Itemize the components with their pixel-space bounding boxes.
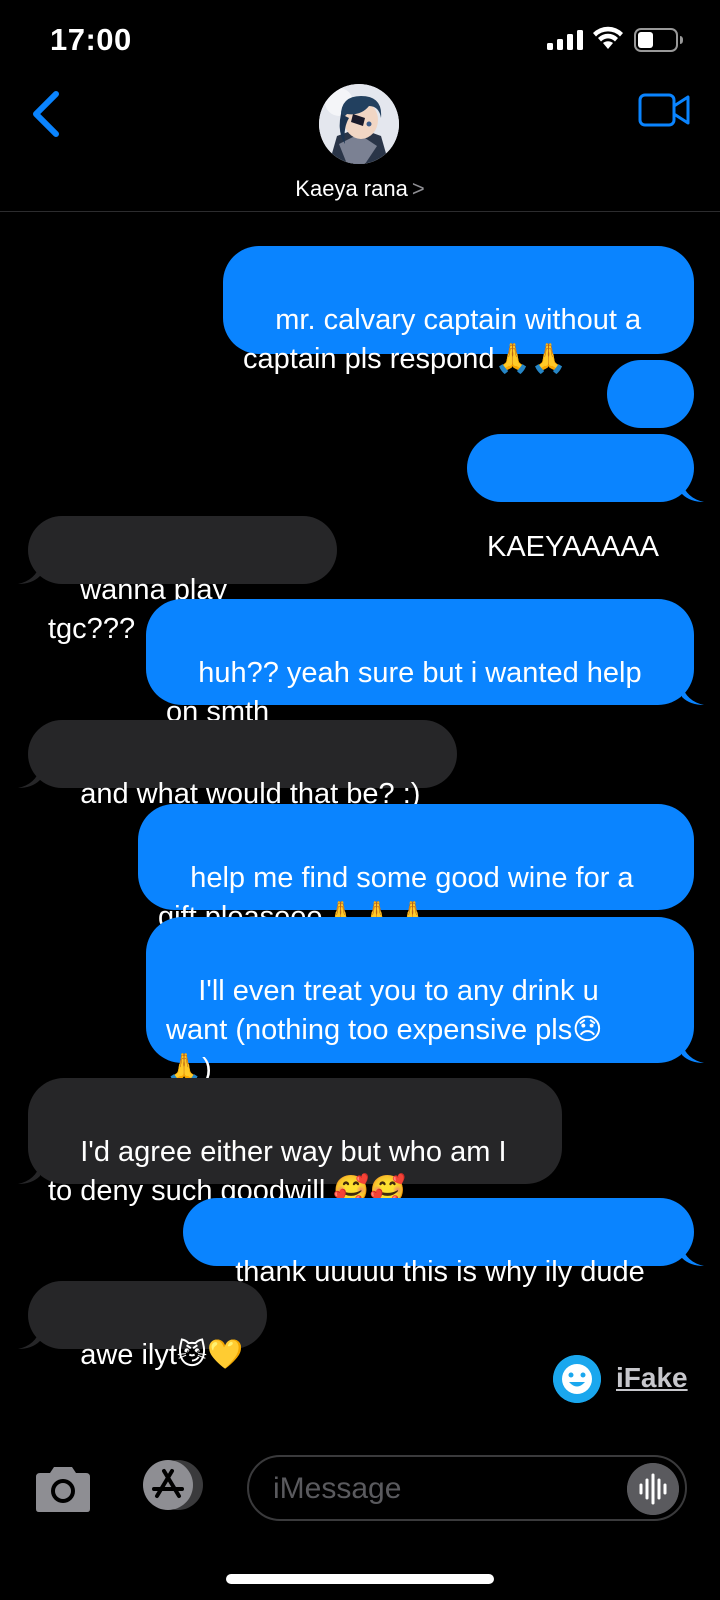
status-bar: 17:00 [0, 0, 720, 80]
message-list: mr. calvary captain without a captain pl… [0, 212, 720, 1402]
message-bubble-received[interactable]: wanna play tgc??? [18, 516, 337, 645]
battery-icon [634, 28, 683, 52]
status-time: 17:00 [50, 22, 132, 57]
message-text: huh?? yeah sure but i wanted help on smt… [166, 657, 642, 728]
message-input[interactable] [273, 1467, 613, 1511]
message-bubble-sent[interactable]: help me find some good wine for a gift p… [138, 804, 694, 933]
bubble-tail [18, 1329, 40, 1349]
message-bubble-sent[interactable]: ??? [607, 360, 694, 489]
message-bubble-sent[interactable]: thank uuuuu this is why ily dude [183, 1198, 704, 1288]
back-chevron-icon[interactable] [26, 88, 66, 140]
wifi-icon [593, 26, 623, 49]
contact-name: Kaeya rana [295, 176, 408, 201]
bubble-tail [682, 685, 704, 705]
camera-icon[interactable] [32, 1465, 94, 1513]
message-bubble-sent[interactable]: huh?? yeah sure but i wanted help on smt… [146, 599, 704, 728]
avatar-image [319, 84, 399, 164]
message-input-field[interactable] [247, 1455, 687, 1521]
signal-icon [547, 30, 583, 50]
message-text: awe ilyt😼💛 [80, 1339, 244, 1371]
bubble-tail [18, 768, 40, 788]
message-bubble-sent[interactable]: I'll even treat you to any drink u want … [146, 917, 704, 1085]
ifake-link[interactable]: iFake [616, 1362, 688, 1394]
message-text: KAEYAAAAA [487, 531, 659, 563]
bubble-tail [18, 564, 40, 584]
message-bubble-sent[interactable]: mr. calvary captain without a captain pl… [223, 246, 694, 375]
message-bubble-received[interactable]: I'd agree either way but who am I to den… [18, 1078, 562, 1207]
message-text: mr. calvary captain without a captain pl… [243, 304, 642, 375]
home-indicator[interactable] [226, 1574, 494, 1584]
bubble-tail [682, 482, 704, 502]
bubble-tail [682, 1246, 704, 1266]
appstore-icon[interactable] [136, 1458, 206, 1512]
bubble-tail [682, 1043, 704, 1063]
message-text: thank uuuuu this is why ily dude [235, 1256, 645, 1288]
video-camera-icon[interactable] [638, 92, 690, 128]
bubble-tail [18, 1164, 40, 1184]
contact-avatar[interactable] [319, 84, 399, 164]
conversation-header: Kaeya rana > [0, 80, 720, 212]
audio-waveform-icon[interactable] [627, 1463, 679, 1515]
contact-name-button[interactable]: Kaeya rana > [0, 176, 720, 202]
message-bubble-received[interactable]: and what would that be? :) [18, 720, 457, 810]
message-text: I'll even treat you to any drink u want … [166, 975, 603, 1085]
chevron-right-icon: > [411, 176, 425, 201]
message-bubble-received[interactable]: awe ilyt😼💛 [18, 1281, 267, 1371]
message-text: I'd agree either way but who am I to den… [48, 1136, 507, 1207]
message-bubble-sent[interactable]: KAEYAAAAA [467, 434, 704, 563]
ifake-logo-icon [553, 1355, 601, 1403]
